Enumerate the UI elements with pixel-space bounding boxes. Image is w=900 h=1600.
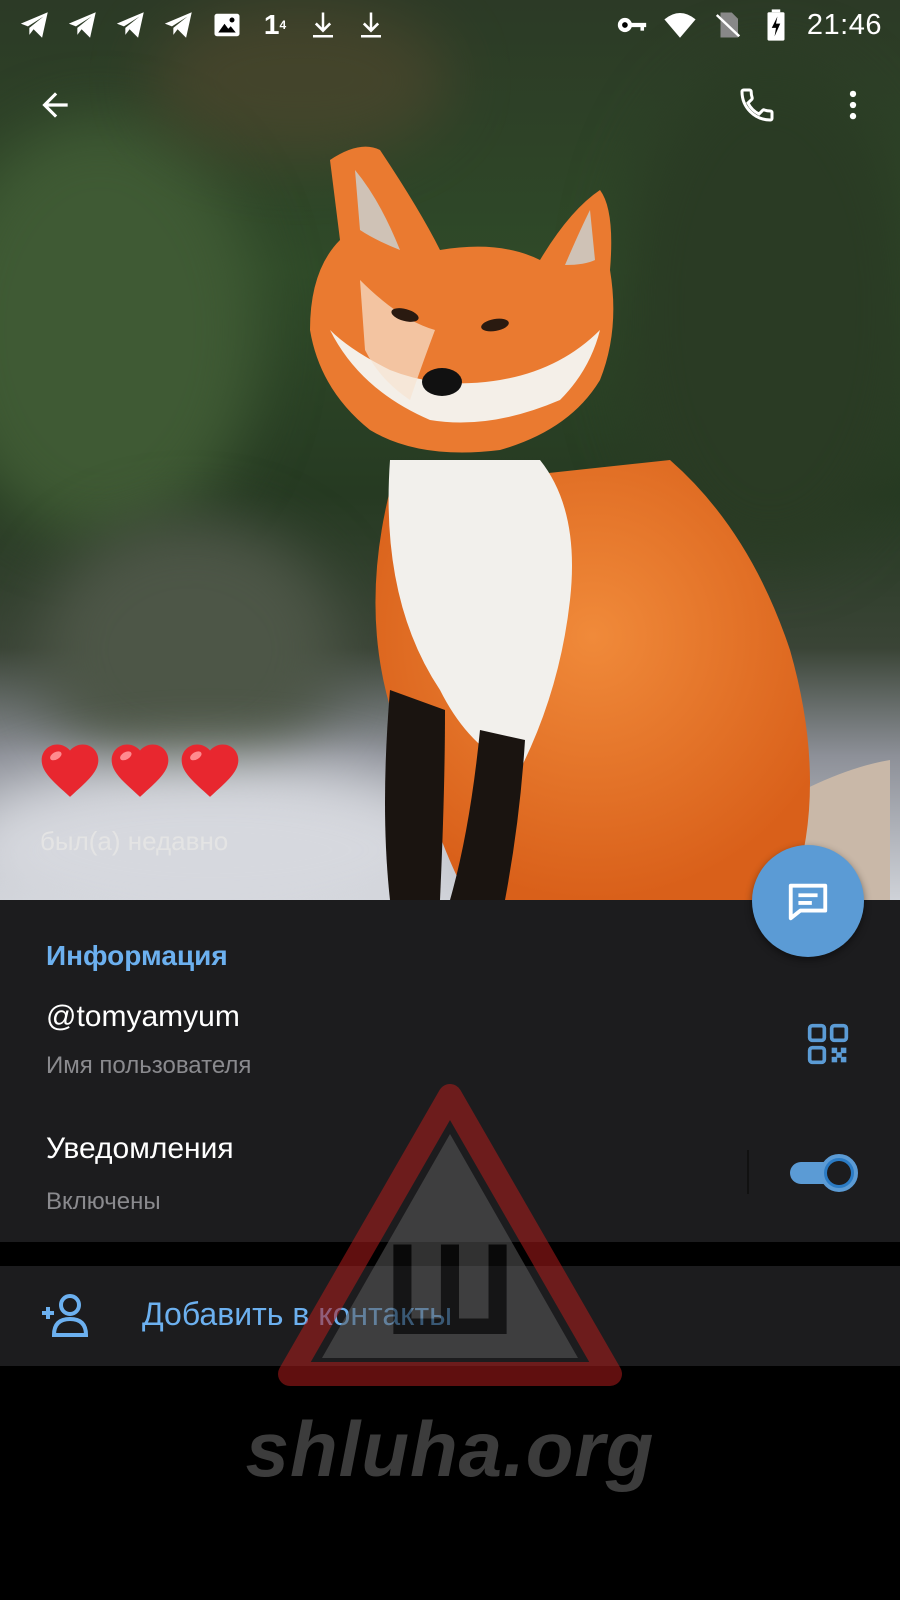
back-button[interactable] xyxy=(20,70,90,140)
notifications-status: Включены xyxy=(46,1188,161,1215)
more-options-button[interactable] xyxy=(818,70,888,140)
image-icon xyxy=(210,8,244,42)
telegram-icon xyxy=(18,8,52,42)
telegram-icon xyxy=(162,8,196,42)
telegram-icon xyxy=(114,8,148,42)
status-right-icons: 21:46 xyxy=(615,8,882,42)
more-vertical-icon xyxy=(849,90,857,120)
username[interactable]: @tomyamyum xyxy=(46,1000,240,1034)
telegram-icon xyxy=(66,8,100,42)
phone-icon xyxy=(740,88,774,122)
vpn-key-icon xyxy=(615,8,649,42)
status-time: 21:46 xyxy=(806,8,882,41)
status-left-icons: 14 xyxy=(18,8,388,42)
add-person-icon xyxy=(42,1294,89,1337)
call-button[interactable] xyxy=(722,70,792,140)
heart-emoji-icon xyxy=(111,744,169,797)
wifi-icon xyxy=(663,8,697,42)
heart-emoji-icon xyxy=(41,744,99,797)
heart-emoji-icon xyxy=(181,744,239,797)
notifications-toggle[interactable] xyxy=(790,1154,858,1192)
notifications-label[interactable]: Уведомления xyxy=(46,1132,234,1166)
status-bar: 14 21:46 xyxy=(0,0,900,50)
fox-image xyxy=(310,146,890,900)
download-icon xyxy=(306,8,340,42)
top-app-bar xyxy=(0,70,900,140)
message-icon xyxy=(788,883,828,921)
svg-text:Ш: Ш xyxy=(385,1216,516,1362)
no-sim-icon xyxy=(711,8,745,42)
arrow-back-icon xyxy=(42,92,68,118)
section-title: Информация xyxy=(46,940,228,971)
download-icon xyxy=(354,8,388,42)
profile-name xyxy=(36,736,244,804)
watermark-text: shluha.org xyxy=(245,1405,655,1493)
battery-charging-icon xyxy=(759,8,793,42)
watermark-logo: Ш xyxy=(278,1084,622,1386)
vertical-divider xyxy=(747,1150,749,1194)
notification-count-icon: 14 xyxy=(263,9,287,40)
send-message-button[interactable] xyxy=(752,845,864,957)
last-seen-status: был(а) недавно xyxy=(40,826,229,856)
qr-code-icon[interactable] xyxy=(806,1022,850,1066)
username-caption: Имя пользователя xyxy=(46,1052,252,1079)
